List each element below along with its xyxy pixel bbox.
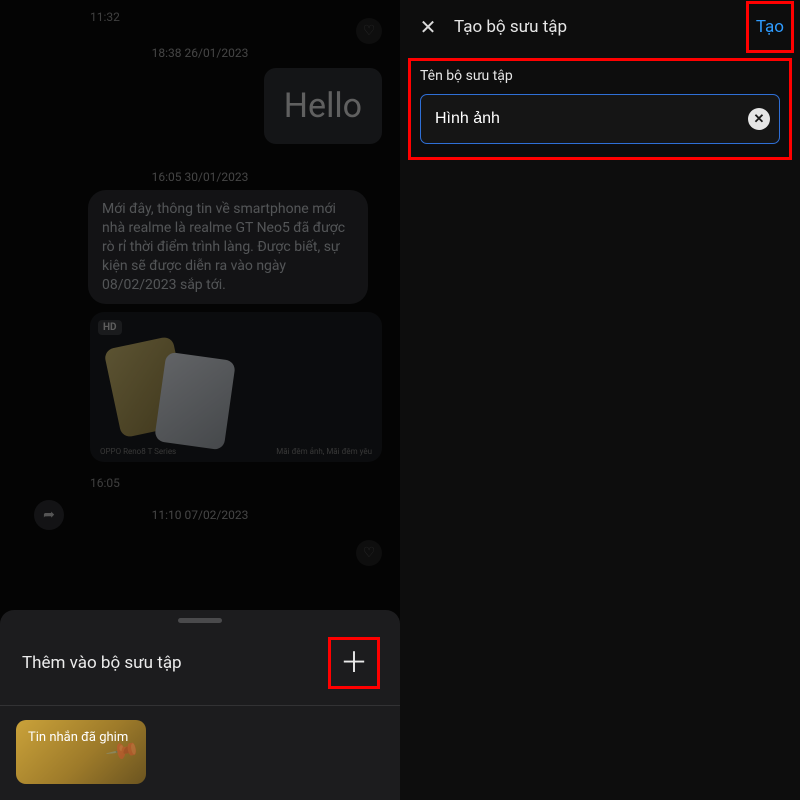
share-icon[interactable]: ➦ [34,500,64,530]
link-preview-card[interactable]: HD OPPO Reno8 T Series Mãi đêm ảnh, Mãi … [90,312,382,462]
plus-icon: ＋ [340,649,368,677]
topbar: ✕ Tạo bộ sưu tập Tạo [400,0,800,54]
outgoing-message[interactable]: Hello [264,68,382,144]
heart-icon[interactable]: ♡ [356,18,382,44]
heart-icon[interactable]: ♡ [356,540,382,566]
create-button[interactable]: Tạo [752,13,788,41]
collection-name-input[interactable] [420,94,780,144]
card-caption-left: OPPO Reno8 T Series [100,447,176,456]
add-collection-button[interactable]: ＋ [330,639,378,687]
collection-name-form: Tên bộ sưu tập ✕ [400,54,800,162]
create-button-label: Tạo [756,17,784,37]
field-label: Tên bộ sưu tập [420,68,780,84]
incoming-message[interactable]: Mới đây, thông tin về smartphone mới nhà… [88,190,368,304]
page-title: Tạo bộ sưu tập [454,17,752,37]
date-separator: 18:38 26/01/2023 [0,46,400,60]
bottom-sheet: Thêm vào bộ sưu tập ＋ Tin nhắn đã ghim 📌 [0,610,400,800]
close-icon[interactable]: ✕ [412,11,444,43]
hd-badge: HD [98,320,122,335]
card-caption-right: Mãi đêm ảnh, Mãi đêm yêu [276,447,372,456]
msg-time: 11:32 [0,10,400,24]
collection-tile-pinned[interactable]: Tin nhắn đã ghim 📌 [16,720,146,784]
msg-time: 16:05 [0,476,400,490]
clear-input-icon[interactable]: ✕ [748,108,770,130]
chat-screen: 11:32 ♡ 18:38 26/01/2023 Hello 16:05 30/… [0,0,400,800]
sheet-title: Thêm vào bộ sưu tập [22,653,182,673]
create-collection-screen: ✕ Tạo bộ sưu tập Tạo Tên bộ sưu tập ✕ [400,0,800,800]
date-separator: 16:05 30/01/2023 [0,170,400,184]
